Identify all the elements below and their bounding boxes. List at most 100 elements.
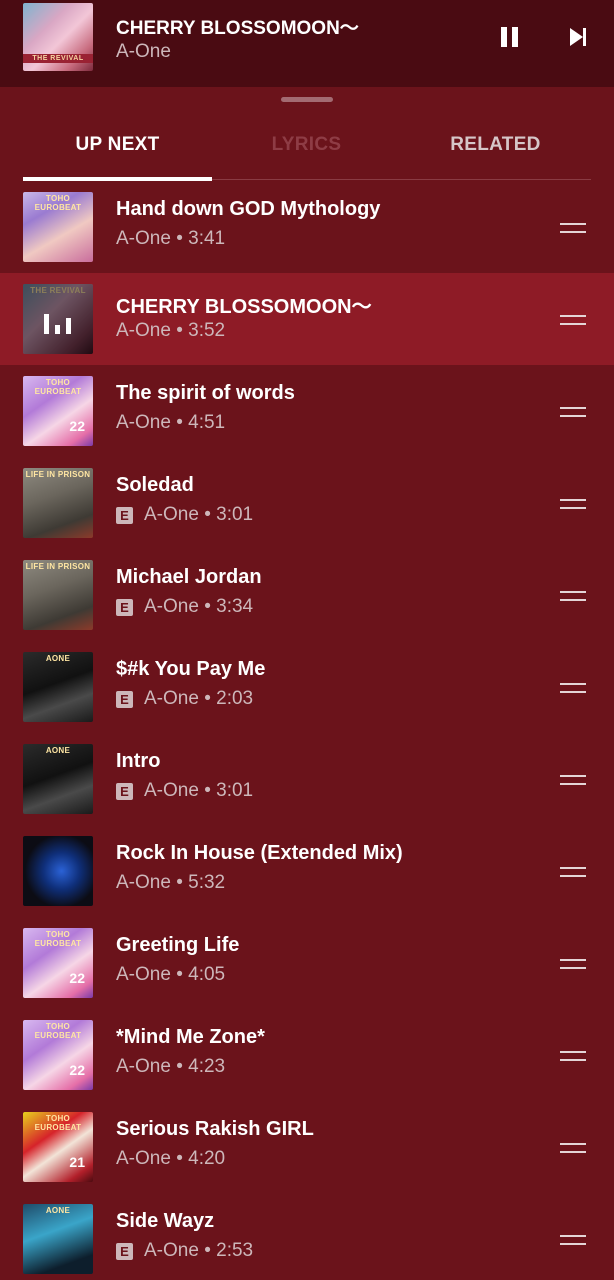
artist-duration: A-One • 4:20 (116, 1148, 226, 1169)
album-art-volume: 21 (69, 1154, 85, 1170)
drag-handle-icon[interactable] (560, 407, 586, 417)
track-title: $#k You Pay Me (116, 658, 266, 680)
queue-item[interactable]: Rock In House (Extended Mix) A-One • 5:32 (0, 825, 614, 917)
artist-duration: A-One • 3:52 (116, 320, 226, 341)
queue-item[interactable]: LIFE IN PRISON Soledad E A-One • 3:01 (0, 457, 614, 549)
track-title: Serious Rakish GIRL (116, 1118, 314, 1140)
queue-sheet: UP NEXT LYRICS RELATED TOHO EUROBEAT Hand… (0, 87, 614, 1280)
tab-bar: UP NEXT LYRICS RELATED (23, 120, 591, 181)
queue-item[interactable]: TOHO EUROBEAT Hand down GOD Mythology A-On… (0, 181, 614, 273)
queue-item[interactable]: AONE $#k You Pay Me E A-One • 2:03 (0, 641, 614, 733)
drag-handle-icon[interactable] (560, 315, 586, 325)
album-art-label: LIFE IN PRISON (25, 562, 91, 571)
artist-duration: A-One • 4:51 (116, 412, 226, 433)
album-art-thumbnail[interactable]: AONE (23, 744, 93, 814)
album-art-thumbnail[interactable]: TOHO EUROBEAT 21 (23, 1112, 93, 1182)
drag-handle-icon[interactable] (560, 683, 586, 693)
track-subtitle: A-One • 4:51 (116, 412, 225, 434)
explicit-badge: E (116, 598, 133, 616)
album-art-label: AONE (45, 1206, 71, 1215)
album-art-label: AONE (45, 654, 71, 663)
track-title: Michael Jordan (116, 566, 262, 588)
drag-handle-icon[interactable] (560, 223, 586, 233)
artist-duration: A-One • 2:03 (144, 688, 254, 709)
queue-item[interactable]: AONE Intro E A-One • 3:01 (0, 733, 614, 825)
album-art-label: THE REVIVAL (23, 54, 93, 63)
queue-item[interactable]: TOHO EUROBEAT 21 Serious Rakish GIRL A-One … (0, 1101, 614, 1193)
album-art-thumbnail[interactable]: AONE (23, 652, 93, 722)
album-art-label: TOHO EUROBEAT (34, 1114, 82, 1132)
artist-duration: A-One • 3:01 (144, 780, 254, 801)
album-art-thumbnail[interactable]: THE REVIVAL (23, 284, 93, 354)
queue-list: TOHO EUROBEAT Hand down GOD Mythology A-On… (0, 181, 614, 1280)
track-subtitle: A-One • 4:05 (116, 964, 225, 986)
drag-handle-icon[interactable] (560, 1051, 586, 1061)
track-title: *Mind Me Zone* (116, 1026, 265, 1048)
drag-handle-icon[interactable] (560, 775, 586, 785)
artist-duration: A-One • 4:23 (116, 1056, 226, 1077)
now-playing-equalizer-icon (23, 284, 93, 354)
drag-handle-icon[interactable] (560, 959, 586, 969)
album-art-thumbnail[interactable]: TOHO EUROBEAT 22 (23, 376, 93, 446)
album-art-volume: 22 (69, 418, 85, 434)
album-art-volume: 22 (69, 1062, 85, 1078)
track-subtitle: A-One • 4:23 (116, 1056, 225, 1078)
album-art-label: TOHO EUROBEAT (34, 930, 82, 948)
track-title: Intro (116, 750, 161, 772)
album-art-thumbnail[interactable]: TOHO EUROBEAT 22 (23, 1020, 93, 1090)
queue-item[interactable]: TOHO EUROBEAT 22 Greeting Life A-One • 4:05 (0, 917, 614, 1009)
track-title: Side Wayz (116, 1210, 215, 1232)
drag-handle-icon[interactable] (560, 1143, 586, 1153)
track-title: Rock In House (Extended Mix) (116, 842, 403, 864)
track-subtitle: E A-One • 2:53 (116, 1240, 253, 1262)
track-subtitle: A-One • 5:32 (116, 872, 225, 894)
track-subtitle: E A-One • 3:34 (116, 596, 253, 618)
now-playing-album-art[interactable]: THE REVIVAL (23, 3, 93, 71)
tab-related[interactable]: RELATED (401, 120, 590, 180)
drag-handle-icon[interactable] (560, 867, 586, 877)
tab-up-next[interactable]: UP NEXT (23, 120, 212, 180)
track-title: The spirit of words (116, 382, 295, 404)
track-title: Greeting Life (116, 934, 240, 956)
tab-lyrics[interactable]: LYRICS (212, 120, 401, 180)
album-art-thumbnail[interactable]: AONE (23, 1204, 93, 1274)
explicit-badge: E (116, 1242, 133, 1260)
album-art-label: LIFE IN PRISON (25, 470, 91, 479)
artist-duration: A-One • 3:41 (116, 228, 226, 249)
album-art-thumbnail[interactable]: TOHO EUROBEAT (23, 192, 93, 262)
album-art-volume: 22 (69, 970, 85, 986)
queue-item[interactable]: TOHO EUROBEAT 22 *Mind Me Zone* A-One • 4:2… (0, 1009, 614, 1101)
explicit-badge: E (116, 506, 133, 524)
track-subtitle: A-One • 3:41 (116, 228, 225, 250)
track-subtitle: E A-One • 3:01 (116, 780, 253, 802)
album-art-thumbnail[interactable]: TOHO EUROBEAT 22 (23, 928, 93, 998)
track-subtitle: E A-One • 3:01 (116, 504, 253, 526)
queue-item[interactable]: TOHO EUROBEAT 22 The spirit of words A-One … (0, 365, 614, 457)
artist-duration: A-One • 2:53 (144, 1240, 254, 1261)
artist-duration: A-One • 4:05 (116, 964, 226, 985)
drag-handle-icon[interactable] (560, 499, 586, 509)
album-art-thumbnail[interactable]: LIFE IN PRISON (23, 560, 93, 630)
album-art-label: TOHO EUROBEAT (34, 378, 82, 396)
queue-item[interactable]: LIFE IN PRISON Michael Jordan E A-One • 3:3… (0, 549, 614, 641)
drag-handle-icon[interactable] (560, 591, 586, 601)
track-subtitle: E A-One • 2:03 (116, 688, 253, 710)
mini-player[interactable]: THE REVIVAL CHERRY BLOSSOMOON〜 A-One (0, 0, 614, 87)
track-title: CHERRY BLOSSOMOON〜 (116, 296, 372, 318)
drag-handle-icon[interactable] (560, 1235, 586, 1245)
sheet-drag-handle[interactable] (281, 97, 333, 102)
track-subtitle: A-One • 3:52 (116, 320, 225, 342)
queue-item[interactable]: AONE Side Wayz E A-One • 2:53 (0, 1193, 614, 1280)
pause-icon[interactable] (497, 25, 523, 49)
track-subtitle: A-One • 4:20 (116, 1148, 225, 1170)
queue-item[interactable]: THE REVIVAL CHERRY BLOSSOMOON〜 A-One • 3:5… (0, 273, 614, 365)
album-art-thumbnail[interactable]: LIFE IN PRISON (23, 468, 93, 538)
album-art-thumbnail[interactable] (23, 836, 93, 906)
now-playing-title: CHERRY BLOSSOMOON〜 (116, 18, 359, 39)
now-playing-artist: A-One (116, 41, 171, 62)
explicit-badge: E (116, 690, 133, 708)
track-title: Soledad (116, 474, 194, 496)
artist-duration: A-One • 3:01 (144, 504, 254, 525)
skip-next-icon[interactable] (566, 25, 592, 49)
track-title: Hand down GOD Mythology (116, 198, 381, 220)
